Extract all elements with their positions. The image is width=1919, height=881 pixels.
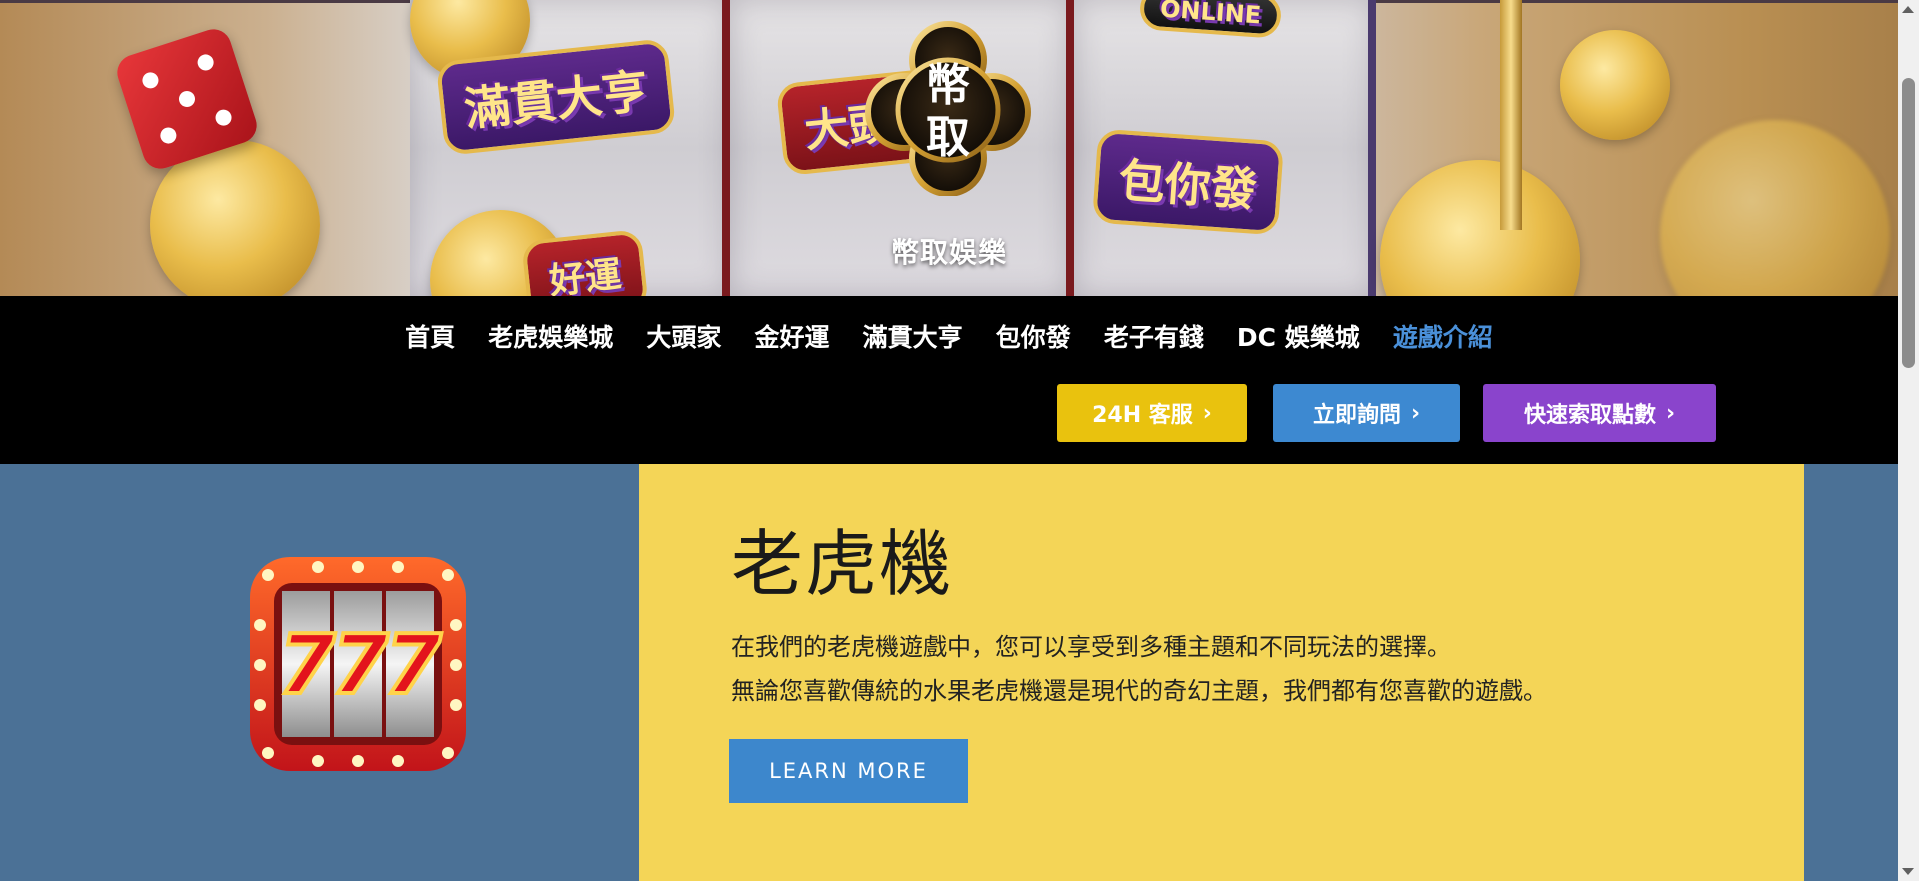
coin-decor [1560,30,1670,140]
section-title: 老虎機 [731,522,954,606]
nav-item-game-intro[interactable]: 遊戲介紹 [1393,318,1493,354]
scroll-up-icon[interactable] [1902,6,1914,13]
slot-777-text: 777 [278,618,441,713]
nav-item-bao-ni-fa[interactable]: 包你發 [996,318,1071,354]
nav-links: 首頁 老虎娛樂城 大頭家 金好運 滿貫大亨 包你發 老子有錢 DC 娛樂城 遊戲… [0,318,1898,354]
chevron-right-icon: › [1410,400,1421,426]
description-line-2: 無論您喜歡傳統的水果老虎機還是現代的奇幻主題，我們都有您喜歡的遊戲。 [731,677,1547,705]
site-logo[interactable]: 幣 取 [864,20,1032,197]
nav-item-golden-luck[interactable]: 金好運 [754,318,829,354]
inquire-now-button[interactable]: 立即詢問 › [1273,384,1460,442]
hero-banner: 滿貫大亨 大頭家 包你發 好運 ONLINE [0,0,1898,296]
logo-text-top: 幣 [926,60,970,111]
slot-777-icon: 777 [248,555,468,773]
scroll-down-icon[interactable] [1902,868,1914,875]
nav-item-big-boss[interactable]: 大頭家 [646,318,721,354]
section-description: 在我們的老虎機遊戲中，您可以享受到多種主題和不同玩法的選擇。 無論您喜歡傳統的水… [731,625,1547,713]
scroll-thumb[interactable] [1902,78,1915,368]
nav-item-home[interactable]: 首頁 [405,318,455,354]
support-24h-button[interactable]: 24H 客服 › [1057,384,1247,442]
support-24h-label: 24H 客服 [1092,403,1193,428]
site-title: 幣取娛樂 [890,236,1007,269]
logo-text-bottom: 取 [926,112,970,163]
game-badge: 包你發 [1091,128,1285,236]
logo-icon: 幣 取 [865,21,1031,197]
get-points-button[interactable]: 快速索取點數 › [1483,384,1716,442]
chevron-right-icon: › [1202,400,1212,426]
nav-item-grand-slam[interactable]: 滿貫大亨 [863,318,963,354]
get-points-label: 快速索取點數 [1523,403,1656,428]
chevron-right-icon: › [1665,400,1676,426]
inquire-now-label: 立即詢問 [1312,403,1401,428]
nav-item-tiger-casino[interactable]: 老虎娛樂城 [488,318,613,354]
description-line-1: 在我們的老虎機遊戲中，您可以享受到多種主題和不同玩法的選擇。 [731,633,1451,661]
main-nav: 首頁 老虎娛樂城 大頭家 金好運 滿貫大亨 包你發 老子有錢 DC 娛樂城 遊戲… [0,296,1898,464]
lever-icon [1500,0,1522,230]
page: 滿貫大亨 大頭家 包你發 好運 ONLINE [0,0,1898,881]
learn-more-button[interactable]: LEARN MORE [729,739,968,803]
coin-decor [1380,160,1580,296]
vertical-scrollbar[interactable] [1898,0,1919,881]
nav-item-lao-zi-you-qian[interactable]: 老子有錢 [1104,318,1204,354]
nav-item-dc-casino[interactable]: DC 娛樂城 [1237,318,1360,354]
